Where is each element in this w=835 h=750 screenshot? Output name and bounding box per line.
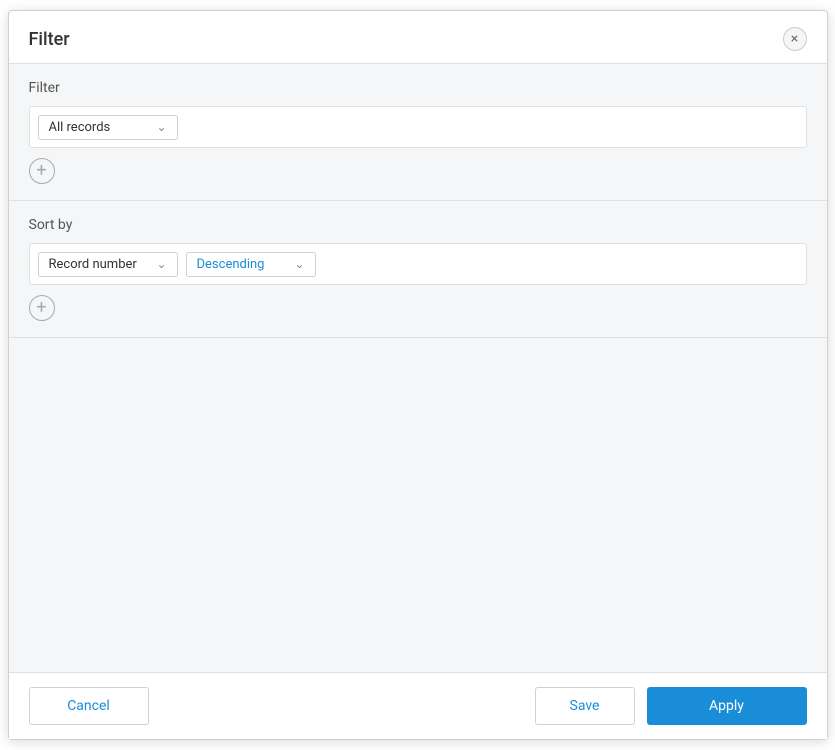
sort-field-dropdown[interactable]: Record number ⌄ [38,252,178,277]
sort-field-chevron-icon: ⌄ [156,257,166,271]
save-button[interactable]: Save [535,687,635,725]
add-filter-button[interactable]: + [29,158,55,184]
footer-left: Cancel [29,687,149,725]
sort-section: Sort by Record number ⌄ Descending ⌄ + [9,201,827,338]
filter-dialog: Filter × Filter All records ⌄ + Sort by [8,10,828,740]
dialog-overlay: Filter × Filter All records ⌄ + Sort by [0,0,835,750]
apply-button[interactable]: Apply [647,687,807,725]
filter-section: Filter All records ⌄ + [9,64,827,201]
add-sort-button[interactable]: + [29,295,55,321]
close-button[interactable]: × [783,27,807,51]
filter-label: Filter [29,80,807,96]
sort-row-controls: Record number ⌄ Descending ⌄ [29,243,807,285]
sort-order-value: Descending [197,257,265,272]
dialog-header: Filter × [9,11,827,64]
sort-order-dropdown[interactable]: Descending ⌄ [186,252,316,277]
cancel-button[interactable]: Cancel [29,687,149,725]
sort-label: Sort by [29,217,807,233]
dialog-footer: Cancel Save Apply [9,672,827,739]
filter-row-controls: All records ⌄ [29,106,807,148]
sort-order-chevron-icon: ⌄ [294,257,304,271]
footer-right: Save Apply [535,687,807,725]
sort-field-value: Record number [49,257,137,272]
filter-type-chevron-icon: ⌄ [156,120,166,134]
dialog-title: Filter [29,29,70,50]
filter-type-value: All records [49,120,111,135]
filter-type-dropdown[interactable]: All records ⌄ [38,115,178,140]
dialog-body: Filter All records ⌄ + Sort by Record nu… [9,64,827,672]
